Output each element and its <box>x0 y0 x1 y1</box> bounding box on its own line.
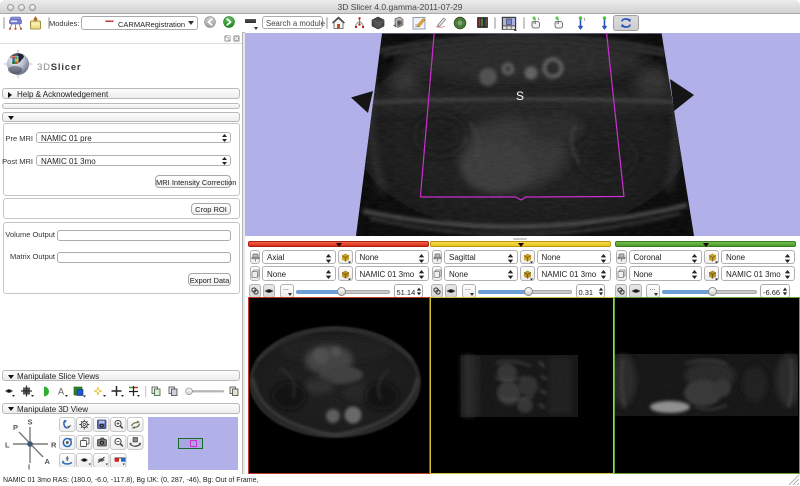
svg-text:R: R <box>51 441 57 450</box>
svg-text:S: S <box>516 89 524 103</box>
svg-text:L: L <box>5 441 10 450</box>
svg-text:S: S <box>28 418 33 427</box>
svg-text:1: 1 <box>538 16 541 21</box>
svg-text:I: I <box>28 463 30 471</box>
svg-text:1: 1 <box>584 16 587 21</box>
svg-text:A: A <box>58 387 64 397</box>
svg-text:A: A <box>45 457 51 466</box>
svg-text:P: P <box>13 423 18 432</box>
